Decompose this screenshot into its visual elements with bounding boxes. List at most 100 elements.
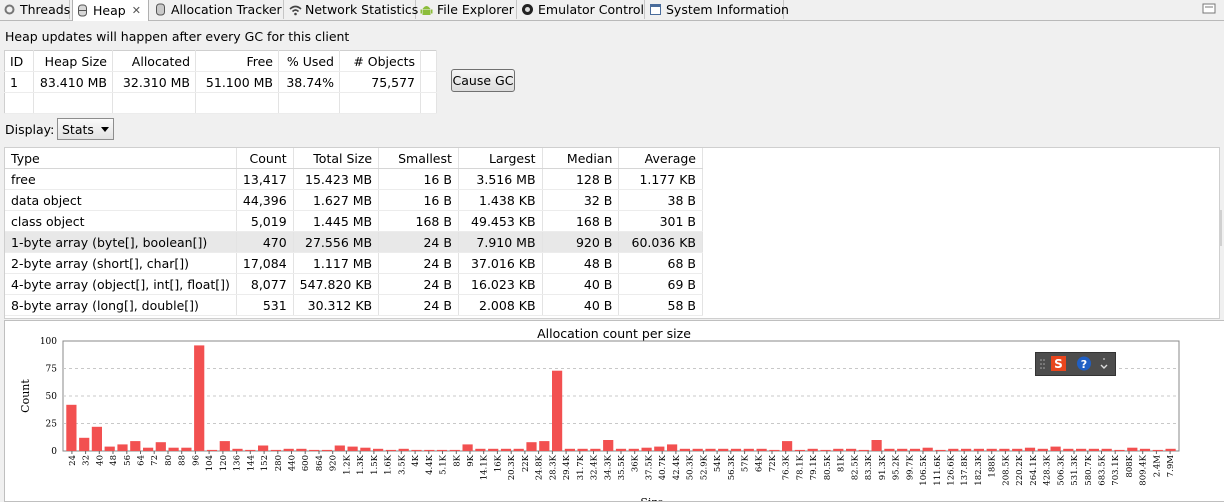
x-tick-label: 428.3K xyxy=(1043,454,1053,485)
tab-system-information[interactable]: System Information xyxy=(646,0,789,19)
tab-heap[interactable]: Heap ✕ xyxy=(72,0,149,21)
x-tick-label: 106.5K xyxy=(919,454,929,485)
bar xyxy=(66,404,77,451)
x-tick-label: 5.1K xyxy=(439,454,449,475)
table-row[interactable]: free 13,417 15.423 MB 16 B 3.516 MB 128 B 1.17… xyxy=(5,168,703,190)
bar xyxy=(1037,448,1048,451)
x-tick-label: 1.6K xyxy=(384,454,394,475)
table-cell: 168 B xyxy=(378,210,459,232)
y-axis-label: Count xyxy=(19,379,32,413)
bar xyxy=(705,448,716,451)
cause-gc-button[interactable]: Cause GC xyxy=(451,69,515,92)
tab-file-explorer[interactable]: File Explorer xyxy=(417,0,517,19)
tab-emulator-control[interactable]: Emulator Control xyxy=(518,0,645,19)
bar xyxy=(347,446,358,451)
bar xyxy=(130,441,141,451)
x-tick-label: 809.4K xyxy=(1139,454,1149,485)
column-header[interactable]: Largest xyxy=(458,148,543,169)
x-tick-label: 48 xyxy=(109,455,119,466)
cell-objects: 75,577 xyxy=(339,71,421,93)
column-header[interactable]: Total Size xyxy=(293,148,380,169)
bar xyxy=(1088,448,1099,451)
column-header[interactable]: Allocated xyxy=(112,50,196,72)
bar xyxy=(117,444,128,451)
column-header[interactable]: ID xyxy=(4,50,34,72)
bar xyxy=(1127,447,1138,451)
x-tick-label: 96 xyxy=(191,455,201,466)
bar xyxy=(679,448,690,451)
bar xyxy=(833,448,844,451)
display-select[interactable]: Stats xyxy=(57,118,114,140)
x-tick-label: 531.3K xyxy=(1070,454,1080,485)
table-row[interactable]: 2-byte array (short[], char[]) 17,084 1.11… xyxy=(5,252,703,274)
heap-icon xyxy=(76,4,89,17)
tab-threads[interactable]: Threads xyxy=(0,0,70,19)
x-tick-label: 24.8K xyxy=(535,454,545,480)
bar xyxy=(552,370,563,451)
x-tick-label: 31.7K xyxy=(576,454,586,480)
column-header[interactable]: Count xyxy=(236,148,294,169)
column-header[interactable]: Average xyxy=(618,148,703,169)
bar xyxy=(168,447,179,451)
table-cell: 8,077 xyxy=(236,273,294,295)
x-tick-label: 57K xyxy=(741,454,751,472)
table-row[interactable]: data object 44,396 1.627 MB 16 B 1.438 KB 32 … xyxy=(5,189,703,211)
table-cell: 2.008 KB xyxy=(458,294,543,316)
table-row[interactable]: class object 5,019 1.445 MB 168 B 49.453 KB 1… xyxy=(5,210,703,232)
table-cell: 60.036 KB xyxy=(618,231,703,253)
table-cell: 24 B xyxy=(378,252,459,274)
tab-allocation-tracker[interactable]: Allocation Tracker xyxy=(151,0,284,19)
x-tick-label: 9K xyxy=(466,454,476,466)
x-tick-label: 32.4K xyxy=(590,454,600,480)
x-tick-label: 24 xyxy=(68,455,78,466)
bar xyxy=(334,445,345,451)
svg-text:S: S xyxy=(1054,357,1063,371)
heap-summary-table: ID Heap Size Allocated Free % Used # Obj… xyxy=(4,50,437,114)
tab-emulator-control-label: Emulator Control xyxy=(538,2,644,17)
x-tick-label: 80 xyxy=(164,455,174,466)
table-row[interactable]: 8-byte array (long[], double[]) 531 30.312… xyxy=(5,294,703,316)
bar xyxy=(513,448,524,451)
table-row[interactable]: 1-byte array (byte[], boolean[]) 470 27.55… xyxy=(5,231,703,253)
column-header[interactable]: # Objects xyxy=(339,50,421,72)
x-tick-label: 144 xyxy=(246,455,256,471)
bar xyxy=(807,448,818,451)
minimize-icon[interactable] xyxy=(1202,2,1216,14)
column-header[interactable]: Free xyxy=(195,50,279,72)
table-row[interactable]: 1 83.410 MB 32.310 MB 51.100 MB 38.74% 7… xyxy=(4,71,437,93)
cell-allocated: 32.310 MB xyxy=(112,71,196,93)
table-cell: class object xyxy=(5,210,237,232)
x-tick-label: 82.5K xyxy=(850,454,860,480)
x-tick-label: 56 xyxy=(123,455,133,466)
x-tick-label: 81K xyxy=(837,454,847,472)
table-cell: 531 xyxy=(236,294,294,316)
x-tick-label: 16K xyxy=(493,454,503,472)
tab-network-statistics[interactable]: Network Statistics xyxy=(285,0,418,19)
close-icon[interactable]: ✕ xyxy=(132,4,141,17)
bar xyxy=(321,449,333,451)
bar xyxy=(539,441,550,451)
bar xyxy=(1114,449,1125,451)
x-tick-label: 182.3K xyxy=(974,454,984,485)
column-header[interactable]: % Used xyxy=(278,50,340,72)
bar xyxy=(143,447,154,451)
bar xyxy=(232,448,243,451)
bar xyxy=(654,446,665,451)
scrollbar-thumb[interactable] xyxy=(1219,210,1222,246)
window-icon xyxy=(649,3,662,16)
x-tick-label: 8K xyxy=(452,454,462,466)
table-cell: 920 B xyxy=(542,231,620,253)
floating-toolbar[interactable]: S ? xyxy=(1035,352,1116,376)
y-tick-label: 50 xyxy=(46,392,58,402)
column-header[interactable]: Smallest xyxy=(378,148,459,169)
column-header[interactable]: Median xyxy=(542,148,620,169)
x-tick-label: 91.3K xyxy=(878,454,888,480)
column-header[interactable]: Heap Size xyxy=(33,50,113,72)
x-tick-label: 2.4M xyxy=(1152,455,1162,478)
x-tick-label: 126.6K xyxy=(947,454,957,485)
column-header[interactable]: Type xyxy=(5,148,237,169)
table-cell: 30.312 KB xyxy=(293,294,380,316)
table-row[interactable]: 4-byte array (object[], int[], float[]) 8… xyxy=(5,273,703,295)
table-cell: 24 B xyxy=(378,231,459,253)
x-tick-label: 64 xyxy=(137,455,147,466)
